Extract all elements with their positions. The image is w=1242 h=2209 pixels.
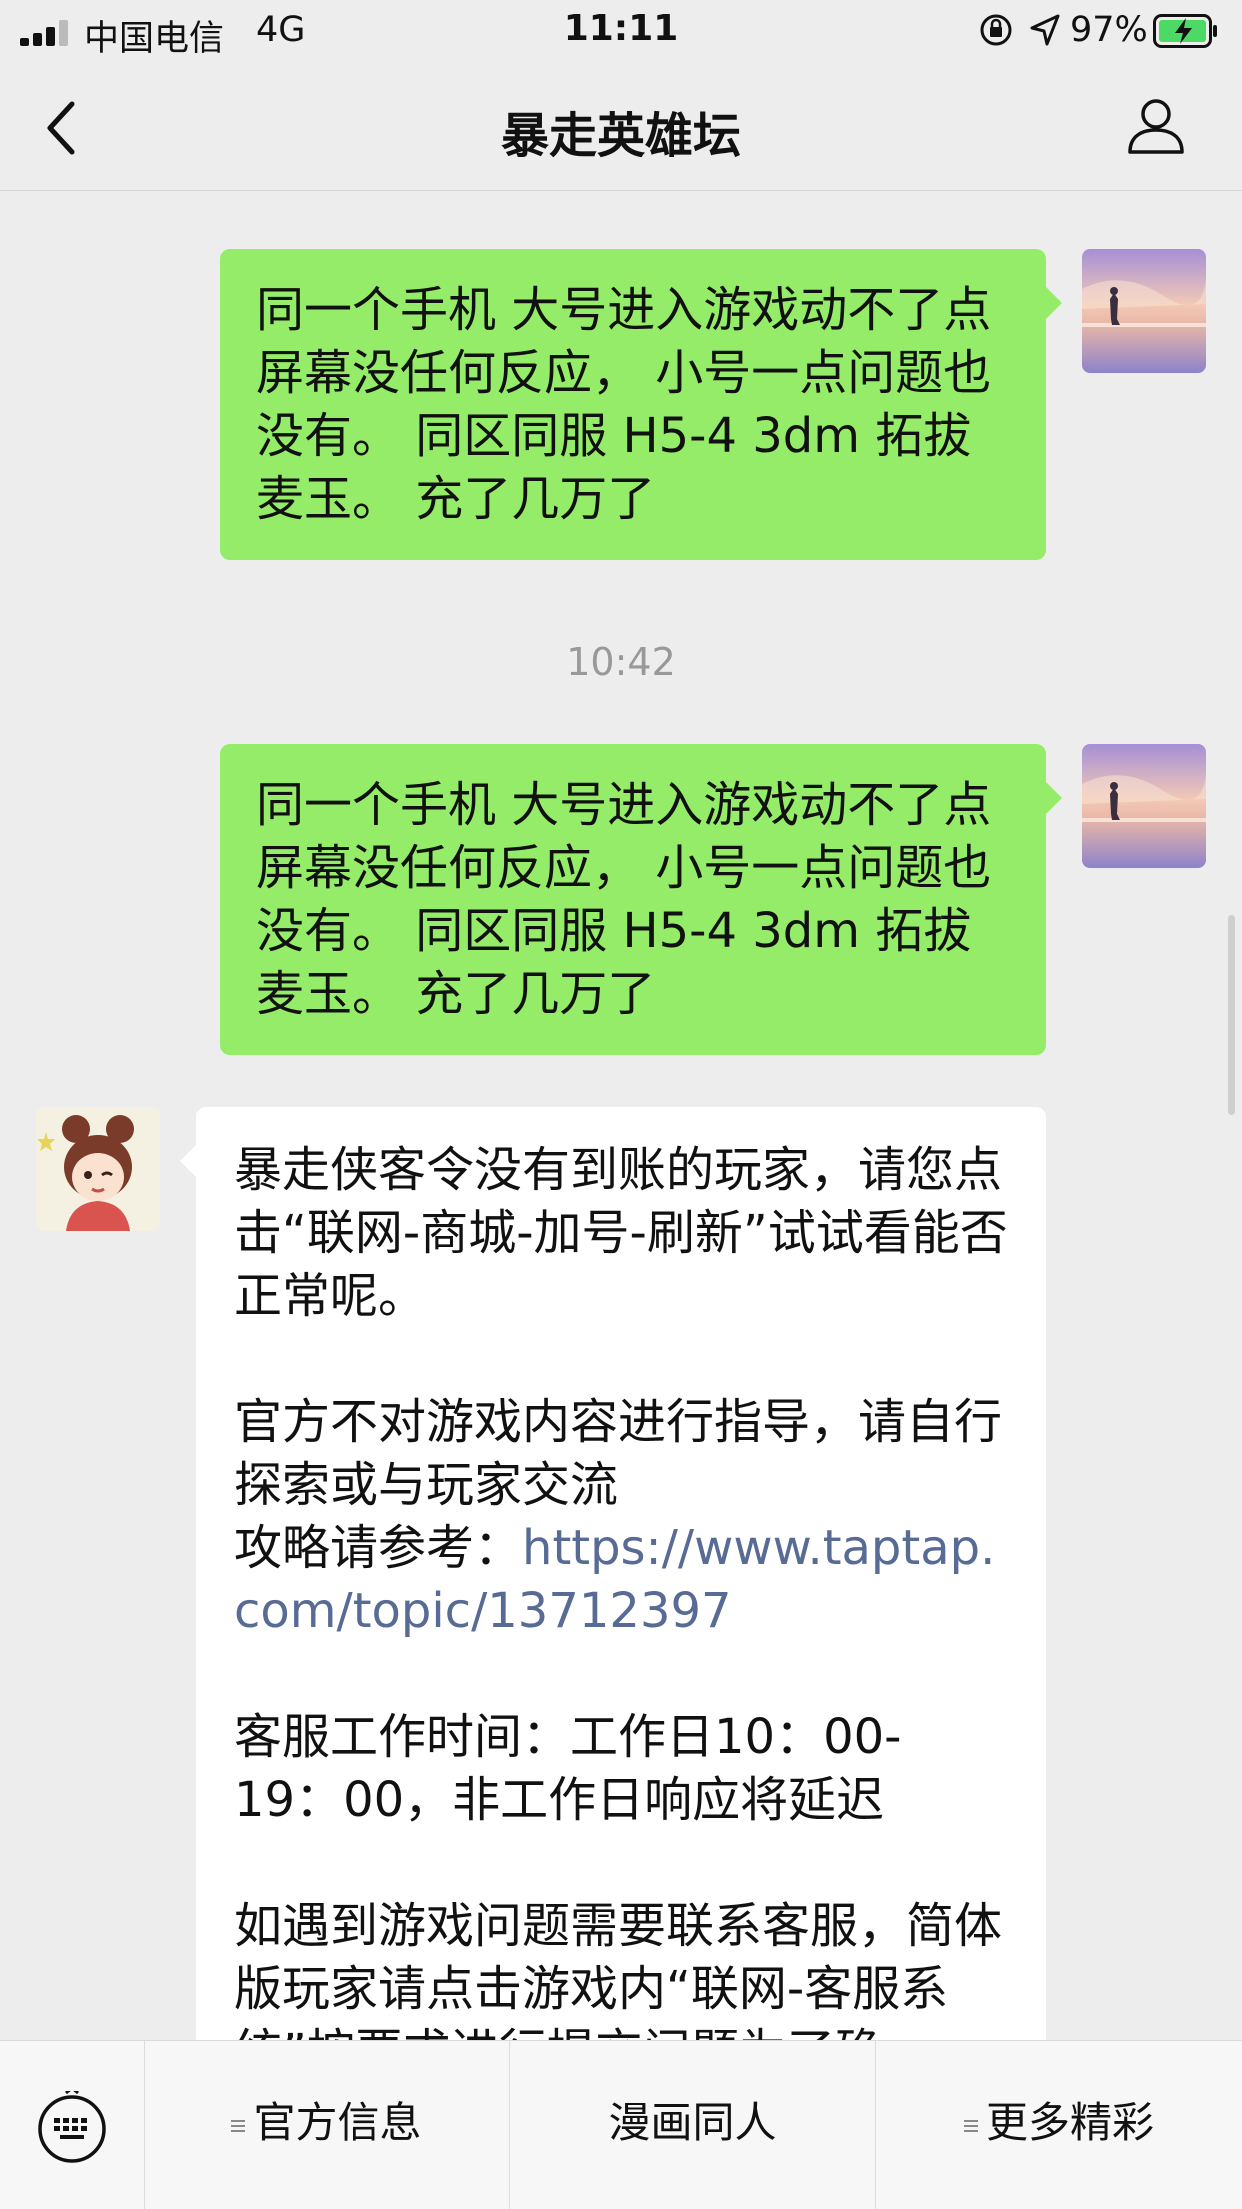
submenu-indicator-icon bbox=[963, 2117, 978, 2135]
reply-link-prefix: 攻略请参考： bbox=[234, 1520, 523, 1576]
scrollbar[interactable] bbox=[1228, 915, 1235, 1115]
user-avatar[interactable] bbox=[1082, 744, 1206, 868]
menu-comics-fanart[interactable]: 漫画同人 bbox=[510, 2041, 876, 2209]
keyboard-toggle-button[interactable] bbox=[0, 2041, 145, 2209]
battery-charging-icon bbox=[1153, 14, 1217, 48]
menu-more-highlights[interactable]: 更多精彩 bbox=[876, 2041, 1242, 2209]
menu-label: 漫画同人 bbox=[608, 2098, 777, 2147]
menu-official-info[interactable]: 官方信息 bbox=[144, 2041, 510, 2209]
person-icon[interactable] bbox=[1124, 94, 1188, 158]
message-text: 同一个手机 大号进入游戏动不了点屏幕没任何反应， 小号一点问题也没有。 同区同服… bbox=[256, 282, 992, 527]
navigation-bar: 暴走英雄坛 bbox=[0, 62, 1242, 191]
official-account-avatar[interactable] bbox=[36, 1107, 160, 1231]
avatar-image bbox=[1082, 744, 1206, 868]
message-text: 同一个手机 大号进入游戏动不了点屏幕没任何反应， 小号一点问题也没有。 同区同服… bbox=[256, 777, 992, 1022]
avatar-image bbox=[1082, 249, 1206, 373]
menu-label: 更多精彩 bbox=[985, 2098, 1154, 2147]
bubble-tail bbox=[180, 1145, 196, 1177]
page-title: 暴走英雄坛 bbox=[500, 108, 741, 164]
avatar-image bbox=[36, 1107, 160, 1231]
submenu-indicator-icon bbox=[231, 2117, 246, 2135]
rotation-lock-icon bbox=[980, 14, 1012, 46]
chat-timestamp: 10:42 bbox=[566, 640, 676, 684]
reply-paragraph: 暴走侠客令没有到账的玩家，请您点击“联网-商城-加号-刷新”试试看能否正常呢。 bbox=[234, 1142, 1008, 1324]
reply-paragraph: 客服工作时间：工作日10：00-19：00，非工作日响应将延迟 bbox=[234, 1709, 902, 1828]
sent-message-bubble[interactable]: 同一个手机 大号进入游戏动不了点屏幕没任何反应， 小号一点问题也没有。 同区同服… bbox=[220, 744, 1062, 1055]
location-arrow-icon bbox=[1030, 14, 1060, 46]
battery-percent: 97% bbox=[1070, 10, 1148, 50]
menu-label: 官方信息 bbox=[253, 2098, 422, 2147]
reply-paragraph: 官方不对游戏内容进行指导，请自行探索或与玩家交流 攻略请参考：https://ww… bbox=[234, 1391, 1008, 1643]
reply-line: 官方不对游戏内容进行指导，请自行探索或与玩家交流 bbox=[234, 1394, 1003, 1513]
status-bar: 中国电信 4G 11:11 97% bbox=[0, 0, 1242, 62]
bottom-menu-bar: 官方信息 漫画同人 更多精彩 bbox=[0, 2040, 1242, 2209]
user-avatar[interactable] bbox=[1082, 249, 1206, 373]
keyboard-icon bbox=[38, 2091, 106, 2163]
sent-message-bubble[interactable]: 同一个手机 大号进入游戏动不了点屏幕没任何反应， 小号一点问题也没有。 同区同服… bbox=[220, 249, 1062, 560]
